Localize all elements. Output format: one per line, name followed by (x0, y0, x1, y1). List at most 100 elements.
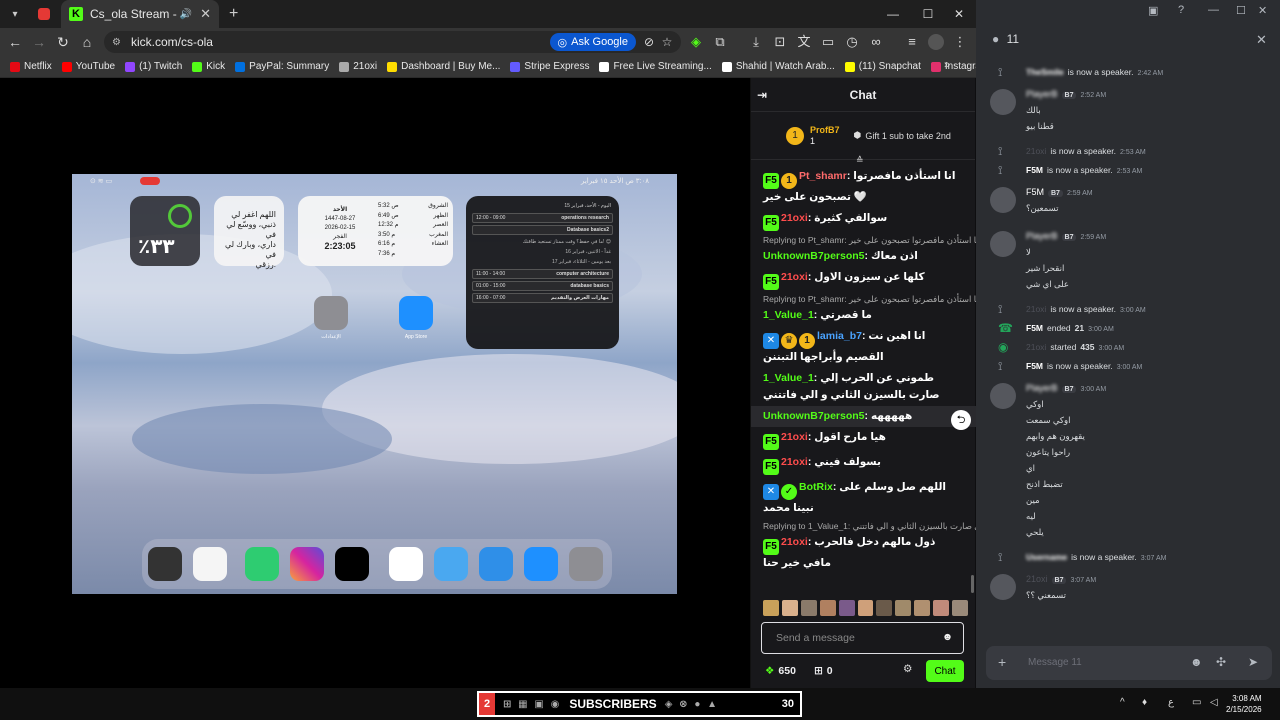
card-icon[interactable]: ▭ (820, 34, 836, 50)
event-username[interactable]: TheSmile (1026, 67, 1064, 77)
close-thread-icon[interactable]: ✕ (1256, 32, 1267, 48)
back-icon[interactable]: ← (3, 30, 27, 54)
emoji-picker-icon[interactable]: ☻ (1190, 655, 1203, 669)
discord-username[interactable]: PlayerB (1026, 89, 1058, 99)
network-icon[interactable]: ▭ (1192, 697, 1201, 708)
discord-username[interactable]: PlayerB (1026, 383, 1058, 393)
bookmark-item[interactable]: Shahid | Watch Arab... (721, 61, 835, 72)
event-username[interactable]: Username (1026, 552, 1067, 562)
reload-icon[interactable]: ↻ (51, 30, 75, 54)
emoji-icon[interactable]: ☻ (942, 631, 953, 643)
points-icon[interactable]: ❖ (765, 665, 774, 677)
discord-close-icon[interactable]: ✕ (1258, 4, 1267, 17)
chat-message[interactable]: F5 21oxi: كلها عن سيزون الاول (751, 267, 976, 292)
expand-pinned-icon[interactable]: ≙ (856, 155, 864, 166)
chat-settings-icon[interactable]: ⚙ (903, 663, 912, 675)
chat-username[interactable]: 21oxi (781, 456, 808, 468)
emote-icon[interactable] (952, 600, 968, 616)
volume-icon[interactable]: ◁ (1210, 697, 1218, 708)
emote-icon[interactable] (800, 600, 817, 616)
emote-icon[interactable] (781, 600, 798, 616)
send-message-icon[interactable]: ➤ (1248, 655, 1258, 669)
clock[interactable]: 3:08 AM 2/15/2026 (1226, 693, 1262, 715)
chat-message[interactable]: F5 21oxi: هيا مارح اقول (751, 427, 976, 452)
close-tab-icon[interactable]: ✕ (200, 6, 211, 22)
chat-message[interactable]: ✕ ♛ 1 lamia_b7: انا اهين نت القصيم وأبراجها… (751, 326, 976, 368)
tab-inactive[interactable] (33, 3, 55, 25)
emote-icon[interactable] (895, 600, 912, 616)
send-chat-button[interactable]: Chat (926, 660, 964, 682)
discord-maximize-icon[interactable]: ☐ (1236, 4, 1246, 17)
reply-reference[interactable]: Replying to Pt_shamr: انا استأذن مافصرتو… (751, 233, 976, 246)
minimize-button[interactable]: — (876, 0, 910, 28)
emote-icon[interactable] (876, 600, 893, 616)
bookmark-item[interactable]: YouTube (61, 61, 115, 72)
chat-username[interactable]: 21oxi (781, 536, 808, 548)
event-username[interactable]: F5M (1026, 361, 1043, 371)
user-avatar[interactable] (990, 383, 1016, 409)
chat-username[interactable]: Pt_shamr (799, 170, 847, 182)
tab-search-icon[interactable]: ▾ (5, 4, 25, 24)
scroll-resume-icon[interactable]: ⮌ (951, 410, 971, 430)
menu-dots-icon[interactable]: ⋮ (952, 34, 968, 50)
reply-reference[interactable]: Replying to 1_Value_1: طموني عن الحرب إل… (751, 519, 976, 532)
tray-chevron-icon[interactable]: ^ (1120, 697, 1125, 708)
puzzle-icon[interactable]: ⧉ (712, 34, 728, 50)
chat-username[interactable]: 1_Value_1 (763, 309, 814, 321)
extension-icon[interactable]: ◈ (688, 34, 704, 50)
chat-message[interactable]: 1_Value_1: ما قصرتي (751, 305, 976, 326)
bookmark-item[interactable]: PayPal: Summary (235, 61, 329, 72)
collapse-chat-icon[interactable]: ⇥ (757, 88, 767, 102)
download-icon[interactable]: ⤓ (748, 34, 764, 50)
chat-username[interactable]: 21oxi (781, 271, 808, 283)
event-username[interactable]: F5M (1026, 323, 1043, 333)
emote-icon[interactable] (857, 600, 874, 616)
reply-reference[interactable]: Replying to Pt_shamr: انا استأذن مافصرتو… (751, 292, 976, 305)
chat-message[interactable]: ✕ ✓ BotRix: اللهم صل وسلم على نبينا محمد (751, 477, 976, 519)
translate-icon[interactable]: 文 (796, 34, 812, 50)
gift-box-icon[interactable]: ⊞ (814, 665, 823, 677)
help-icon[interactable]: ? (1178, 4, 1184, 16)
ask-google-button[interactable]: ◎ Ask Google (549, 33, 636, 51)
event-username[interactable]: 21oxi (1026, 342, 1046, 352)
add-attachment-icon[interactable]: + (998, 654, 1006, 670)
new-tab-button[interactable]: + (229, 5, 238, 23)
event-username[interactable]: F5M (1026, 165, 1043, 175)
event-username[interactable]: 21oxi (1026, 304, 1046, 314)
bookmark-item[interactable]: Stripe Express (510, 61, 589, 72)
chat-username[interactable]: 1_Value_1 (763, 372, 814, 384)
discord-username[interactable]: 21oxi (1026, 574, 1048, 584)
bookmark-item[interactable]: 21oxi (339, 61, 377, 72)
chat-message[interactable]: F5 21oxi: بسولف فيني (751, 452, 976, 477)
inbox-icon[interactable]: ▣ (1148, 4, 1158, 17)
chat-message[interactable]: F5 21oxi: ذول مالهم دخل فالحرب مافي خير ح… (751, 532, 976, 574)
discord-username[interactable]: F5M (1026, 187, 1044, 197)
site-info-icon[interactable]: ⚙ (112, 37, 121, 48)
chat-message[interactable]: 1_Value_1: طموني عن الحرب إلي صارت بالسي… (751, 368, 976, 406)
chat-username[interactable]: UnknownB7person5 (763, 250, 865, 262)
emote-icon[interactable] (933, 600, 950, 616)
emote-icon[interactable] (819, 600, 836, 616)
bookmark-item[interactable]: Free Live Streaming... (599, 61, 712, 72)
bookmark-item[interactable]: (1) Twitch (125, 61, 182, 72)
chat-message[interactable]: F5 21oxi: سوالفي كثيرة (751, 208, 976, 233)
discord-message-input[interactable]: + Message 11 ☻ ✣ ➤ (986, 646, 1272, 680)
maximize-button[interactable]: ☐ (911, 0, 945, 28)
keyboard-lang-icon[interactable]: ع (1168, 697, 1174, 708)
close-window-button[interactable]: ✕ (942, 0, 976, 28)
bookmark-item[interactable]: Dashboard | Buy Me... (387, 61, 500, 72)
profile-avatar[interactable] (928, 34, 944, 50)
discord-minimize-icon[interactable]: — (1208, 4, 1219, 16)
media-icon[interactable]: ≡ (904, 34, 920, 50)
chat-message[interactable]: UnknownB7person5: هههههه (751, 406, 976, 427)
user-avatar[interactable] (990, 231, 1016, 257)
discord-username[interactable]: PlayerB (1026, 231, 1058, 241)
emote-icon[interactable] (838, 600, 855, 616)
user-avatar[interactable] (990, 187, 1016, 213)
home-icon[interactable]: ⌂ (75, 30, 99, 54)
user-avatar[interactable] (990, 574, 1016, 600)
scrollbar-thumb[interactable] (971, 575, 974, 593)
apps-icon[interactable]: ✣ (1216, 655, 1226, 669)
bookmark-item[interactable]: Kick (192, 61, 225, 72)
user-avatar[interactable] (990, 89, 1016, 115)
